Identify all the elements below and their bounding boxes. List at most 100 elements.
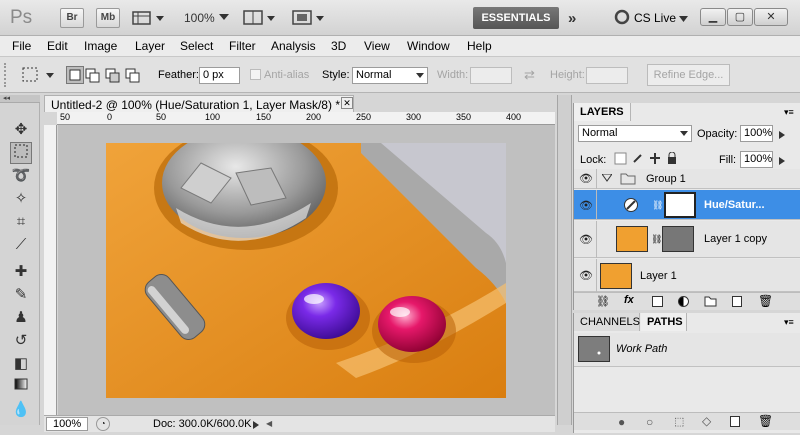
menu-image[interactable]: Image	[84, 39, 117, 53]
maximize-button[interactable]: ▢	[727, 8, 753, 26]
menu-window[interactable]: Window	[407, 39, 450, 53]
layer-mask-thumbnail[interactable]	[664, 192, 696, 218]
status-info-icon[interactable]: ◔	[96, 417, 110, 431]
menu-file[interactable]: File	[12, 39, 31, 53]
new-path-icon[interactable]	[730, 416, 740, 427]
scroll-left-icon[interactable]: ◀	[266, 419, 276, 429]
layer-row-group[interactable]: 👁 Group 1	[574, 169, 800, 189]
tab-channels[interactable]: CHANNELS	[574, 313, 640, 331]
menu-analysis[interactable]: Analysis	[271, 39, 316, 53]
layer-row-layer1-copy[interactable]: 👁 ⛓ Layer 1 copy	[574, 221, 800, 258]
close-window-button[interactable]: ✕	[754, 8, 788, 26]
layer-style-icon[interactable]: fx	[624, 294, 634, 306]
layer-row-layer1[interactable]: 👁 Layer 1	[574, 259, 800, 292]
arrange-documents-button[interactable]	[243, 9, 277, 30]
options-grip[interactable]	[4, 63, 8, 87]
healing-brush-tool-icon[interactable]: ✚	[10, 261, 32, 283]
link-layers-icon[interactable]: ⛓	[596, 295, 610, 308]
options-bar: Feather: 0 px Anti-alias Style: Normal W…	[0, 57, 800, 93]
crop-tool-icon[interactable]: ⌗	[10, 211, 32, 233]
make-work-path-icon[interactable]: ◇	[702, 414, 711, 428]
mini-bridge-button[interactable]: Mb	[96, 8, 120, 28]
visibility-eye-icon[interactable]: 👁	[579, 233, 593, 246]
fill-path-icon[interactable]: ●	[618, 415, 625, 429]
adjustment-icon[interactable]	[678, 296, 689, 307]
minimize-button[interactable]: ▁	[700, 8, 726, 26]
cs-live-button[interactable]: CS Live	[634, 11, 676, 25]
lasso-tool-icon[interactable]: ➰	[10, 165, 32, 187]
status-zoom-input[interactable]: 100%	[46, 417, 88, 431]
visibility-eye-icon[interactable]: 👁	[579, 269, 593, 282]
quick-selection-tool-icon[interactable]: ✧	[10, 188, 32, 210]
blend-mode-select[interactable]: Normal	[578, 125, 692, 142]
bridge-button[interactable]: Br	[60, 8, 84, 28]
marquee-preset-icon[interactable]	[22, 67, 56, 86]
menu-filter[interactable]: Filter	[229, 39, 256, 53]
fill-input[interactable]: 100%	[740, 151, 773, 168]
eraser-tool-icon[interactable]: ◧	[10, 353, 32, 375]
tab-layers[interactable]: LAYERS	[574, 103, 631, 121]
document-tab[interactable]: Untitled-2 @ 100% (Hue/Saturation 1, Lay…	[44, 95, 354, 112]
folder-icon	[620, 172, 636, 188]
layer-mask-thumbnail[interactable]	[662, 226, 694, 252]
mask-link-icon[interactable]: ⛓	[652, 200, 663, 211]
gradient-tool-icon[interactable]	[10, 376, 32, 398]
eyedropper-tool-icon[interactable]: ⟋	[10, 234, 32, 256]
marquee-tool-icon[interactable]	[10, 142, 32, 164]
path-row[interactable]: Work Path	[574, 333, 800, 367]
brush-tool-icon[interactable]: ✎	[10, 284, 32, 306]
view-extras-button[interactable]	[132, 10, 166, 26]
screen-mode-button[interactable]	[292, 9, 326, 30]
add-mask-icon[interactable]	[652, 296, 663, 307]
move-tool-icon[interactable]: ✥	[10, 119, 32, 141]
style-value: Normal	[356, 69, 392, 81]
width-input[interactable]	[470, 67, 512, 84]
blur-tool-icon[interactable]: 💧	[10, 399, 32, 421]
feather-input[interactable]: 0 px	[199, 67, 240, 84]
group-expand-icon[interactable]	[601, 173, 613, 185]
menu-3d[interactable]: 3D	[331, 39, 346, 53]
new-group-icon[interactable]	[704, 296, 717, 310]
tab-paths[interactable]: PATHS	[641, 313, 687, 331]
ruler-tick: 400	[506, 112, 522, 122]
load-selection-icon[interactable]: ⬚	[674, 415, 684, 428]
zoom-dropdown-icon[interactable]	[219, 13, 229, 25]
clone-stamp-tool-icon[interactable]: ♟	[10, 307, 32, 329]
fill-dropdown-icon[interactable]	[778, 156, 786, 168]
layers-panel-menu-icon[interactable]: ▾≡	[784, 107, 794, 118]
close-document-icon[interactable]: ✕	[341, 97, 353, 109]
opacity-dropdown-icon[interactable]	[778, 130, 786, 142]
paths-panel-menu-icon[interactable]: ▾≡	[784, 317, 794, 328]
more-workspaces-icon[interactable]: »	[568, 10, 576, 27]
stroke-path-icon[interactable]: ○	[646, 415, 653, 429]
refine-edge-button[interactable]: Refine Edge...	[647, 64, 730, 86]
essentials-workspace-button[interactable]: ESSENTIALS	[473, 7, 559, 29]
cs-live-dropdown-icon[interactable]	[679, 14, 688, 26]
status-menu-icon[interactable]	[252, 420, 260, 432]
panel-dock-strip[interactable]	[557, 95, 572, 425]
mask-link-icon[interactable]: ⛓	[651, 234, 662, 245]
visibility-eye-icon[interactable]: 👁	[579, 172, 593, 185]
menu-help[interactable]: Help	[467, 39, 492, 53]
swap-dimensions-icon[interactable]: ⇄	[524, 67, 535, 83]
zoom-level[interactable]: 100%	[184, 11, 215, 25]
tools-panel: ◂◂ ✥ ➰ ✧ ⌗ ⟋ ✚ ✎ ♟ ↺ ◧ 💧	[0, 95, 40, 425]
visibility-eye-icon[interactable]: 👁	[579, 199, 593, 212]
delete-path-icon[interactable]: 🗑	[758, 414, 773, 428]
menu-view[interactable]: View	[364, 39, 390, 53]
blend-mode-value: Normal	[582, 127, 618, 139]
new-layer-icon[interactable]	[732, 296, 742, 307]
menu-layer[interactable]: Layer	[135, 39, 165, 53]
path-name: Work Path	[616, 343, 668, 355]
history-brush-tool-icon[interactable]: ↺	[10, 330, 32, 352]
menu-edit[interactable]: Edit	[47, 39, 68, 53]
tools-collapse-bar[interactable]: ◂◂	[0, 95, 40, 103]
style-select[interactable]: Normal	[352, 67, 428, 84]
delete-layer-icon[interactable]: 🗑	[758, 294, 773, 308]
opacity-input[interactable]: 100%	[740, 125, 773, 142]
menu-select[interactable]: Select	[180, 39, 213, 53]
antialias-checkbox[interactable]	[250, 69, 261, 80]
layer-row-hue-saturation[interactable]: 👁 ⛓ Hue/Satur...	[574, 190, 800, 220]
height-input[interactable]	[586, 67, 628, 84]
document-image[interactable]	[106, 143, 506, 398]
